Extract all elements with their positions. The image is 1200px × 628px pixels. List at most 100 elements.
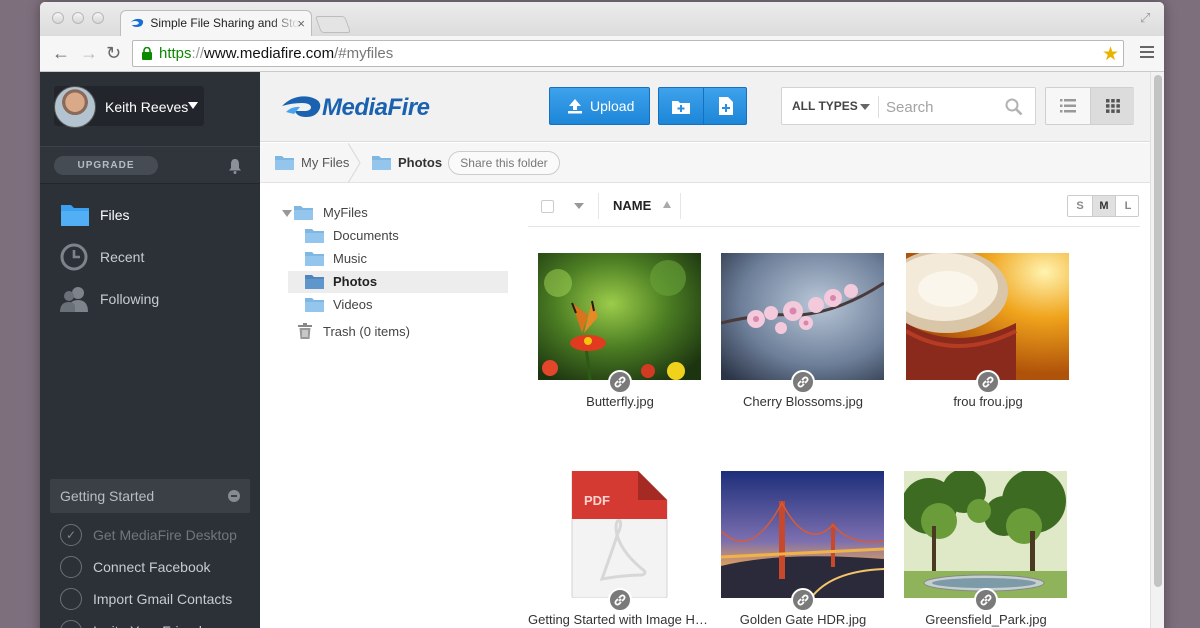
new-file-button[interactable] — [703, 88, 747, 124]
user-menu[interactable]: Keith Reeves — [54, 86, 204, 128]
forward-arrow-icon[interactable]: → — [80, 44, 98, 62]
share-link-icon[interactable] — [608, 588, 632, 612]
minimize-window-button[interactable] — [72, 12, 84, 24]
upload-label: Upload — [590, 98, 635, 114]
file-name: Cherry Blossoms.jpg — [743, 394, 863, 409]
tree-item-music[interactable]: Music — [305, 248, 500, 270]
share-link-icon[interactable] — [608, 370, 632, 394]
sidebar-item-recent[interactable]: Recent — [60, 243, 250, 273]
share-link-icon[interactable] — [791, 370, 815, 394]
share-folder-button[interactable]: Share this folder — [448, 151, 560, 175]
caret-down-icon — [188, 102, 198, 109]
folder-icon — [305, 229, 324, 243]
breadcrumb-label: Photos — [398, 155, 443, 170]
checklist-item[interactable]: Connect Facebook — [60, 555, 250, 579]
reload-icon[interactable]: ↻ — [106, 44, 121, 62]
folder-open-icon — [305, 275, 324, 289]
folder-icon — [305, 298, 324, 312]
scrollbar-thumb[interactable] — [1154, 75, 1162, 587]
file-tile[interactable]: Cherry Blossoms.jpg — [721, 253, 885, 413]
caret-down-icon[interactable] — [860, 104, 870, 110]
share-link-icon[interactable] — [974, 588, 998, 612]
list-view-button[interactable] — [1046, 88, 1090, 124]
file-tile[interactable]: PDF Getting Started with Image Hosting.p… — [528, 471, 712, 628]
url-host: www.mediafire.com — [204, 45, 335, 62]
app-header: MediaFire Upload ALL TYPES Search — [260, 72, 1150, 142]
sort-ascending-icon[interactable] — [663, 201, 671, 208]
checklist-item[interactable]: Import Gmail Contacts — [60, 587, 250, 611]
file-tile[interactable]: Greensfield_Park.jpg — [904, 471, 1068, 628]
back-arrow-icon[interactable]: ← — [52, 44, 70, 62]
upgrade-button[interactable]: UPGRADE — [54, 156, 158, 175]
tree-item-videos[interactable]: Videos — [305, 294, 500, 316]
list-view-icon — [1060, 99, 1076, 113]
breadcrumb-photos[interactable]: Photos — [372, 143, 447, 183]
caret-down-icon[interactable] — [282, 210, 292, 217]
view-switcher — [1045, 87, 1134, 125]
file-tile[interactable]: Golden Gate HDR.jpg — [721, 471, 885, 628]
caret-down-icon[interactable] — [574, 203, 584, 209]
search-icon[interactable] — [1005, 98, 1023, 116]
checklist-item-label: Get MediaFire Desktop — [93, 527, 237, 543]
upgrade-row: UPGRADE — [40, 146, 260, 184]
tree-item-label: Videos — [333, 297, 373, 312]
search-input[interactable] — [886, 94, 1001, 120]
user-name: Keith Reeves — [105, 99, 189, 115]
browser-tab[interactable]: Simple File Sharing and Storage × — [120, 10, 312, 37]
getting-started-header[interactable]: Getting Started — [50, 479, 250, 513]
sidebar-item-following[interactable]: Following — [60, 285, 250, 315]
checklist-item[interactable]: Get MediaFire Desktop — [60, 523, 250, 547]
breadcrumb-my-files[interactable]: My Files — [275, 143, 355, 183]
fullscreen-icon[interactable]: ⤢ — [1140, 10, 1154, 25]
checklist-item-label: Invite Your Friends — [93, 619, 209, 628]
thumbnail-size-switcher: S M L — [1067, 195, 1139, 217]
tree-item-label: Documents — [333, 228, 399, 243]
type-filter-dropdown[interactable]: ALL TYPES — [792, 99, 858, 113]
select-all-checkbox[interactable] — [541, 200, 554, 213]
file-plus-icon — [719, 97, 733, 115]
breadcrumb-label: My Files — [301, 155, 350, 170]
grid-view-button[interactable] — [1090, 88, 1134, 124]
tree-item-documents[interactable]: Documents — [305, 225, 500, 247]
browser-toolbar: ← → ↻ https://www.mediafire.com/#myfiles… — [40, 36, 1164, 72]
notification-bell-icon[interactable] — [228, 158, 242, 174]
clock-icon — [60, 243, 88, 271]
browser-menu-icon[interactable] — [1140, 46, 1154, 60]
close-window-button[interactable] — [52, 12, 64, 24]
file-tile[interactable]: frou frou.jpg — [906, 253, 1070, 413]
file-name: Golden Gate HDR.jpg — [739, 612, 867, 627]
grid-view-icon — [1106, 99, 1120, 113]
flame-logo-icon — [282, 96, 321, 117]
divider — [598, 193, 599, 219]
empty-circle-icon — [60, 556, 82, 578]
tree-item-photos[interactable]: Photos — [288, 271, 508, 293]
name-column-header[interactable]: NAME — [613, 198, 651, 213]
sidebar-item-files[interactable]: Files — [60, 201, 250, 231]
zoom-window-button[interactable] — [92, 12, 104, 24]
checklist-item[interactable]: Invite Your Friends — [60, 619, 250, 628]
avatar — [54, 86, 96, 128]
close-tab-icon[interactable]: × — [297, 16, 305, 31]
size-large-button[interactable]: L — [1116, 196, 1140, 216]
size-medium-button[interactable]: M — [1092, 196, 1116, 216]
new-folder-button[interactable] — [659, 88, 703, 124]
size-small-button[interactable]: S — [1068, 196, 1092, 216]
upload-button[interactable]: Upload — [549, 87, 650, 125]
share-link-icon[interactable] — [791, 588, 815, 612]
tab-title: Simple File Sharing and Storage — [150, 16, 300, 30]
collapse-minus-icon[interactable] — [228, 490, 240, 502]
tree-item-myfiles[interactable]: MyFiles — [280, 202, 510, 224]
bookmark-star-icon[interactable]: ★ — [1102, 42, 1119, 67]
coffee-cup-thumbnail — [906, 253, 1069, 380]
file-name: Butterfly.jpg — [586, 394, 654, 409]
vertical-scrollbar[interactable] — [1150, 72, 1164, 628]
tree-item-trash[interactable]: Trash (0 items) — [298, 321, 498, 343]
folder-plus-icon — [672, 101, 690, 114]
file-name: Greensfield_Park.jpg — [925, 612, 1047, 627]
new-tab-button[interactable] — [314, 16, 352, 33]
address-bar[interactable]: https://www.mediafire.com/#myfiles ★ — [132, 40, 1124, 67]
share-link-icon[interactable] — [976, 370, 1000, 394]
file-tile[interactable]: Butterfly.jpg — [538, 253, 702, 413]
empty-circle-icon — [60, 588, 82, 610]
sidebar-item-label: Recent — [100, 249, 145, 265]
